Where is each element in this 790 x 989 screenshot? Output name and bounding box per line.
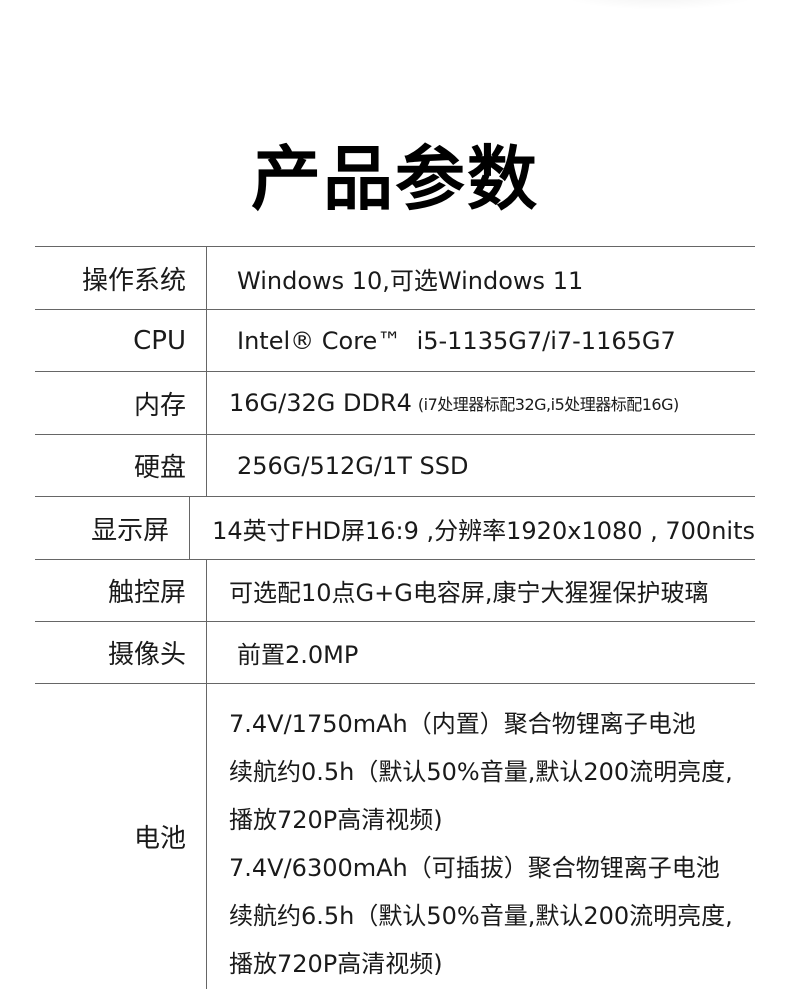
battery-line: 播放720P高清视频) [229,806,443,834]
spec-value: 256G/512G/1T SSD [237,451,469,480]
spec-value: 前置2.0MP [237,641,359,669]
spec-row-camera: 摄像头 前置2.0MP [35,622,755,684]
battery-line: 播放720P高清视频) [229,950,443,978]
decorative-shadow [560,0,760,10]
battery-line: 7.4V/6300mAh（可插拔）聚合物锂离子电池 [229,854,720,882]
spec-row-storage: 硬盘 256G/512G/1T SSD [35,435,755,497]
spec-value: Windows 10,可选Windows 11 [237,266,584,295]
spec-value: Intel® Core™ i5-1135G7/i7-1165G7 [237,326,676,355]
spec-label: 内存 [35,372,207,434]
battery-line: 续航约6.5h（默认50%音量,默认200流明亮度, [229,902,733,930]
spec-label: 触控屏 [35,560,207,621]
page-title: 产品参数 [251,137,539,220]
spec-value: 7.4V/1750mAh（内置）聚合物锂离子电池 续航约0.5h（默认50%音量… [207,684,755,989]
spec-row-memory: 内存 16G/32G DDR4 (i7处理器标配32G,i5处理器标配16G) [35,372,755,435]
spec-label: CPU [35,310,207,371]
spec-label: 操作系统 [35,247,207,309]
battery-line: 续航约0.5h（默认50%音量,默认200流明亮度, [229,758,733,786]
spec-table: 操作系统 Windows 10,可选Windows 11 CPU Intel® … [35,246,755,989]
memory-note: (i7处理器标配32G,i5处理器标配16G) [417,395,679,414]
spec-row-os: 操作系统 Windows 10,可选Windows 11 [35,247,755,310]
spec-label: 硬盘 [35,435,207,496]
spec-row-battery: 电池 7.4V/1750mAh（内置）聚合物锂离子电池 续航约0.5h（默认50… [35,684,755,989]
spec-label: 摄像头 [35,622,207,683]
spec-value: 14英寸FHD屏16:9 ,分辨率1920x1080 , 700nits [212,516,755,545]
spec-value: 16G/32G DDR4 (i7处理器标配32G,i5处理器标配16G) [207,372,755,434]
spec-row-display: 显示屏 14英寸FHD屏16:9 ,分辨率1920x1080 , 700nits [35,497,755,560]
spec-label: 电池 [35,684,207,989]
spec-row-cpu: CPU Intel® Core™ i5-1135G7/i7-1165G7 [35,310,755,372]
battery-line: 7.4V/1750mAh（内置）聚合物锂离子电池 [229,710,696,738]
memory-value: 16G/32G DDR4 [229,389,412,417]
spec-row-touchscreen: 触控屏 可选配10点G+G电容屏,康宁大猩猩保护玻璃 [35,560,755,622]
spec-label: 显示屏 [35,497,191,559]
spec-value: 可选配10点G+G电容屏,康宁大猩猩保护玻璃 [229,579,709,607]
